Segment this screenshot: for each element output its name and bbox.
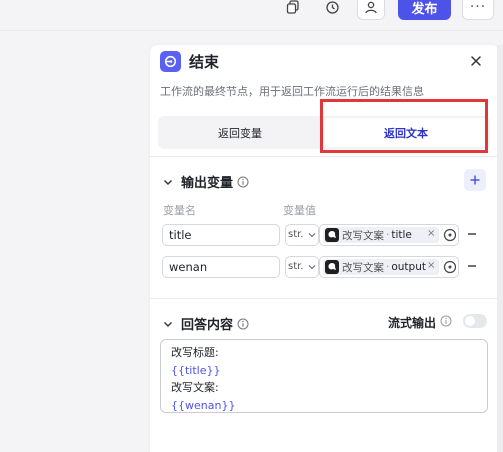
variable-reference-chip[interactable]: 改写文案 · output	[323, 259, 439, 275]
variable-name-input[interactable]: wenan	[162, 256, 280, 278]
reference-variable-name: title	[391, 229, 412, 241]
target-icon[interactable]	[443, 228, 457, 242]
node-logo-icon	[325, 228, 339, 242]
history-icon[interactable]	[318, 0, 346, 20]
answer-variable-token: {{wenan}}	[171, 398, 236, 412]
section-divider	[150, 298, 500, 299]
section-divider	[150, 156, 500, 157]
panel-header: 结束	[160, 51, 219, 72]
reference-node-name: 改写文案	[342, 229, 384, 242]
toolbar-divider	[0, 30, 503, 31]
column-label-value: 变量值	[283, 204, 316, 217]
panel-title: 结束	[189, 53, 220, 71]
variable-type-select[interactable]: str.	[285, 256, 319, 278]
toggle-knob	[465, 316, 475, 326]
end-node-panel: 结束 工作流的最终节点，用于返回工作流运行后的结果信息 返回变量 返回文本 输出…	[150, 45, 500, 452]
tab-return-text[interactable]: 返回文本	[324, 118, 488, 147]
variable-reference-chip[interactable]: 改写文案 · title	[323, 227, 439, 243]
clear-reference-icon[interactable]: ×	[427, 228, 435, 239]
panel-description: 工作流的最终节点，用于返回工作流运行后的结果信息	[160, 85, 424, 98]
plus-icon	[470, 175, 480, 185]
node-logo-icon	[325, 260, 339, 274]
variable-value-field[interactable]: 改写文案 · output ×	[319, 256, 459, 278]
return-mode-tabs: 返回变量 返回文本	[158, 116, 490, 149]
variable-value-field[interactable]: 改写文案 · title ×	[319, 224, 459, 246]
output-section-title: 输出变量	[181, 176, 234, 191]
clear-reference-icon[interactable]: ×	[427, 260, 435, 271]
answer-variable-token: {{title}}	[171, 363, 221, 377]
column-label-name: 变量名	[163, 204, 196, 217]
variable-name-input[interactable]: title	[162, 224, 280, 246]
answer-content-editor[interactable]: 改写标题: {{title}} 改写文案: {{wenan}}	[160, 339, 488, 413]
variable-type-label: str.	[288, 261, 304, 272]
streaming-output-label: 流式输出	[388, 316, 437, 330]
variable-type-label: str.	[288, 229, 304, 240]
streaming-output-toggle[interactable]	[463, 314, 487, 328]
reference-variable-name: output	[391, 261, 426, 273]
answer-line: 改写标题:	[171, 346, 219, 359]
variable-type-select[interactable]: str.	[285, 224, 319, 246]
output-section-header[interactable]: 输出变量	[162, 172, 249, 191]
chevron-down-icon[interactable]	[162, 176, 174, 188]
close-icon[interactable]	[468, 53, 484, 69]
top-toolbar: 发布 ···	[0, 0, 503, 30]
tab-return-variables[interactable]: 返回变量	[158, 116, 322, 149]
answer-line: 改写文案:	[171, 381, 219, 394]
add-variable-button[interactable]	[464, 169, 486, 191]
reference-node-name: 改写文案	[342, 261, 384, 274]
chevron-down-icon[interactable]	[162, 318, 174, 330]
end-node-icon	[160, 51, 181, 72]
target-icon[interactable]	[443, 260, 457, 274]
answer-section-title: 回答内容	[181, 318, 234, 333]
scrollbar[interactable]	[497, 45, 503, 452]
remove-variable-icon[interactable]	[467, 261, 477, 271]
info-icon[interactable]	[440, 315, 452, 327]
info-icon[interactable]	[237, 176, 249, 188]
more-button[interactable]: ···	[462, 0, 494, 20]
publish-button[interactable]: 发布	[398, 0, 451, 20]
copy-icon[interactable]	[279, 0, 307, 20]
info-icon[interactable]	[237, 318, 249, 330]
answer-section-header[interactable]: 回答内容	[162, 314, 249, 333]
chevron-down-icon	[308, 265, 316, 270]
user-icon[interactable]	[357, 0, 385, 20]
chevron-down-icon	[308, 233, 316, 238]
remove-variable-icon[interactable]	[467, 229, 477, 239]
